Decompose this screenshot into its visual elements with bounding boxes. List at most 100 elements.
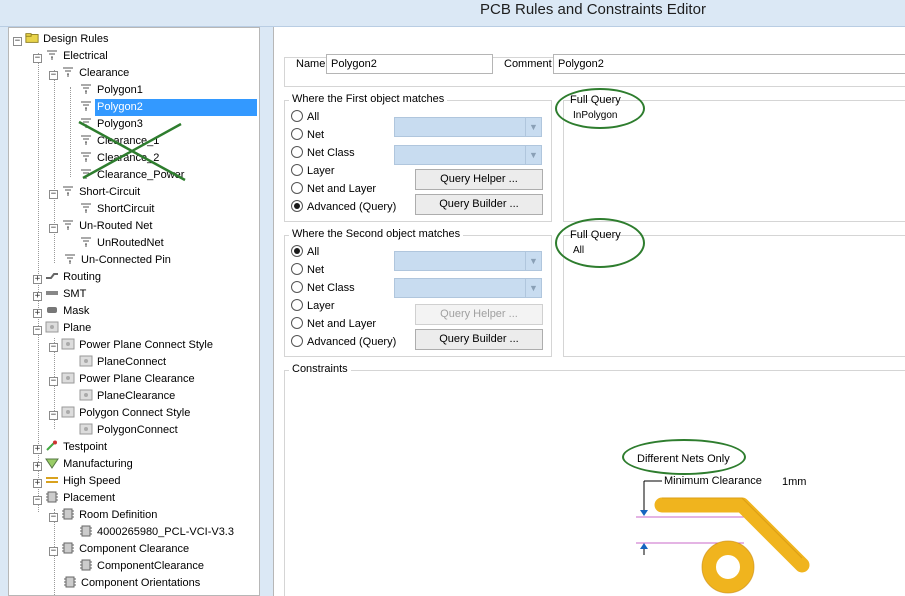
- collapse-icon[interactable]: −: [49, 547, 58, 556]
- name-field[interactable]: Polygon2: [326, 54, 493, 74]
- second-query-builder-button[interactable]: Query Builder ...: [415, 329, 543, 350]
- first-full-query-label: Full Query: [570, 94, 621, 106]
- rule-icon: [47, 50, 58, 60]
- cross-out-annotation: [78, 120, 186, 182]
- first-radio-all[interactable]: All: [291, 109, 319, 125]
- tree-item-unroutednet[interactable]: UnRoutedNet: [79, 235, 166, 252]
- tree-item-routing[interactable]: + Routing: [33, 269, 103, 286]
- tree-item-room-definition[interactable]: − Room Definition: [49, 507, 159, 524]
- second-radio-all[interactable]: All: [291, 244, 319, 260]
- expand-icon[interactable]: +: [33, 479, 42, 488]
- collapse-icon[interactable]: −: [13, 37, 22, 46]
- manufacturing-icon: [45, 458, 59, 469]
- first-radio-net-class[interactable]: Net Class: [291, 145, 355, 161]
- splitter[interactable]: [260, 27, 273, 596]
- second-radio-net[interactable]: Net: [291, 262, 324, 278]
- second-radio-net-and-layer[interactable]: Net and Layer: [291, 316, 376, 332]
- expand-icon[interactable]: +: [33, 275, 42, 284]
- tree-item-testpoint[interactable]: + Testpoint: [33, 439, 109, 456]
- tree-item-component-clearance[interactable]: − Component Clearance: [49, 541, 191, 558]
- tree-item-polygon2[interactable]: Polygon2: [79, 99, 259, 116]
- comment-label: Comment: [504, 58, 552, 70]
- chevron-down-icon: ▼: [525, 118, 541, 136]
- rule-icon: [63, 186, 74, 196]
- collapse-icon[interactable]: −: [49, 190, 58, 199]
- plane-icon: [79, 355, 93, 367]
- rule-icon: [81, 101, 91, 111]
- collapse-icon[interactable]: −: [49, 343, 58, 352]
- first-query-builder-button[interactable]: Query Builder ...: [415, 194, 543, 215]
- highspeed-icon: [46, 477, 59, 483]
- second-full-query-label: Full Query: [570, 229, 621, 241]
- tree-item-power-plane-connect-style[interactable]: − Power Plane Connect Style: [49, 337, 215, 354]
- tree-item-polygon1[interactable]: Polygon1: [79, 82, 145, 99]
- second-net-combo[interactable]: ▼: [394, 251, 542, 271]
- second-radio-net-class[interactable]: Net Class: [291, 280, 355, 296]
- collapse-icon[interactable]: −: [33, 326, 42, 335]
- plane-icon: [79, 423, 93, 435]
- tree-item-planeclearance[interactable]: PlaneClearance: [79, 388, 177, 405]
- tree-item-high-speed[interactable]: + High Speed: [33, 473, 123, 490]
- first-radio-advanced[interactable]: Advanced (Query): [291, 199, 396, 215]
- collapse-icon[interactable]: −: [49, 411, 58, 420]
- plane-icon: [61, 372, 75, 384]
- tree-item-clearance[interactable]: − Clearance: [49, 65, 131, 82]
- collapse-icon[interactable]: −: [49, 71, 58, 80]
- placement-icon: [46, 491, 59, 503]
- tree-item-un-routed-net[interactable]: − Un-Routed Net: [49, 218, 154, 235]
- tree-item-smt[interactable]: + SMT: [33, 286, 88, 303]
- net-scope-select[interactable]: Different Nets Only: [637, 453, 730, 465]
- tree-item-plane[interactable]: − Plane: [33, 320, 93, 337]
- second-radio-advanced[interactable]: Advanced (Query): [291, 334, 396, 350]
- tree-item-un-connected-pin[interactable]: Un-Connected Pin: [63, 252, 173, 269]
- tree-item-design-rules[interactable]: − Design Rules: [13, 31, 110, 48]
- mask-icon: [47, 307, 58, 313]
- expand-icon[interactable]: +: [33, 445, 42, 454]
- first-netclass-combo[interactable]: ▼: [394, 145, 542, 165]
- first-radio-layer[interactable]: Layer: [291, 163, 335, 179]
- comment-field[interactable]: Polygon2: [553, 54, 905, 74]
- tree-item-component-orientations[interactable]: Component Orientations: [63, 575, 202, 592]
- expand-icon[interactable]: +: [33, 292, 42, 301]
- collapse-icon[interactable]: −: [49, 377, 58, 386]
- expand-icon[interactable]: +: [33, 462, 42, 471]
- second-query-helper-button[interactable]: Query Helper ...: [415, 304, 543, 325]
- tree-item-manufacturing[interactable]: + Manufacturing: [33, 456, 135, 473]
- rules-tree[interactable]: − Design Rules − Electrical − Clearance …: [8, 27, 260, 596]
- tree-item-short-circuit[interactable]: − Short-Circuit: [49, 184, 142, 201]
- collapse-icon[interactable]: −: [49, 224, 58, 233]
- tree-item-polygonconnect[interactable]: PolygonConnect: [79, 422, 180, 439]
- second-netclass-combo[interactable]: ▼: [394, 278, 542, 298]
- first-radio-net[interactable]: Net: [291, 127, 324, 143]
- chevron-down-icon: ▼: [525, 279, 541, 297]
- placement-icon: [64, 576, 76, 588]
- second-radio-layer[interactable]: Layer: [291, 298, 335, 314]
- first-radio-net-and-layer[interactable]: Net and Layer: [291, 181, 376, 197]
- placement-icon: [62, 508, 75, 520]
- routing-icon: [46, 273, 59, 279]
- tree-item-planeconnect[interactable]: PlaneConnect: [79, 354, 168, 371]
- collapse-icon[interactable]: −: [49, 513, 58, 522]
- chevron-down-icon: ▼: [525, 252, 541, 270]
- second-full-query-text: All: [573, 245, 585, 256]
- rule-icon: [81, 203, 91, 213]
- tree-item-componentclearance[interactable]: ComponentClearance: [79, 558, 206, 575]
- rule-icon: [81, 84, 91, 94]
- rule-icon: [81, 237, 91, 247]
- placement-icon: [80, 525, 92, 537]
- collapse-icon[interactable]: −: [33, 496, 42, 505]
- tree-item-shortcircuit[interactable]: ShortCircuit: [79, 201, 156, 218]
- first-net-combo[interactable]: ▼: [394, 117, 542, 137]
- name-label: Name: [296, 58, 326, 70]
- tree-item-mask[interactable]: + Mask: [33, 303, 91, 320]
- tree-item-electrical[interactable]: − Electrical: [33, 48, 110, 65]
- tree-item-power-plane-clearance[interactable]: − Power Plane Clearance: [49, 371, 197, 388]
- tree-item-placement[interactable]: − Placement: [33, 490, 117, 507]
- expand-icon[interactable]: +: [33, 309, 42, 318]
- placement-icon: [62, 542, 75, 554]
- collapse-icon[interactable]: −: [33, 54, 42, 63]
- tree-item-polygon-connect-style[interactable]: − Polygon Connect Style: [49, 405, 192, 422]
- first-query-helper-button[interactable]: Query Helper ...: [415, 169, 543, 190]
- title-bar: PCB Rules and Constraints Editor: [0, 0, 905, 27]
- tree-item-room-4000265980[interactable]: 4000265980_PCL-VCI-V3.3: [79, 524, 236, 541]
